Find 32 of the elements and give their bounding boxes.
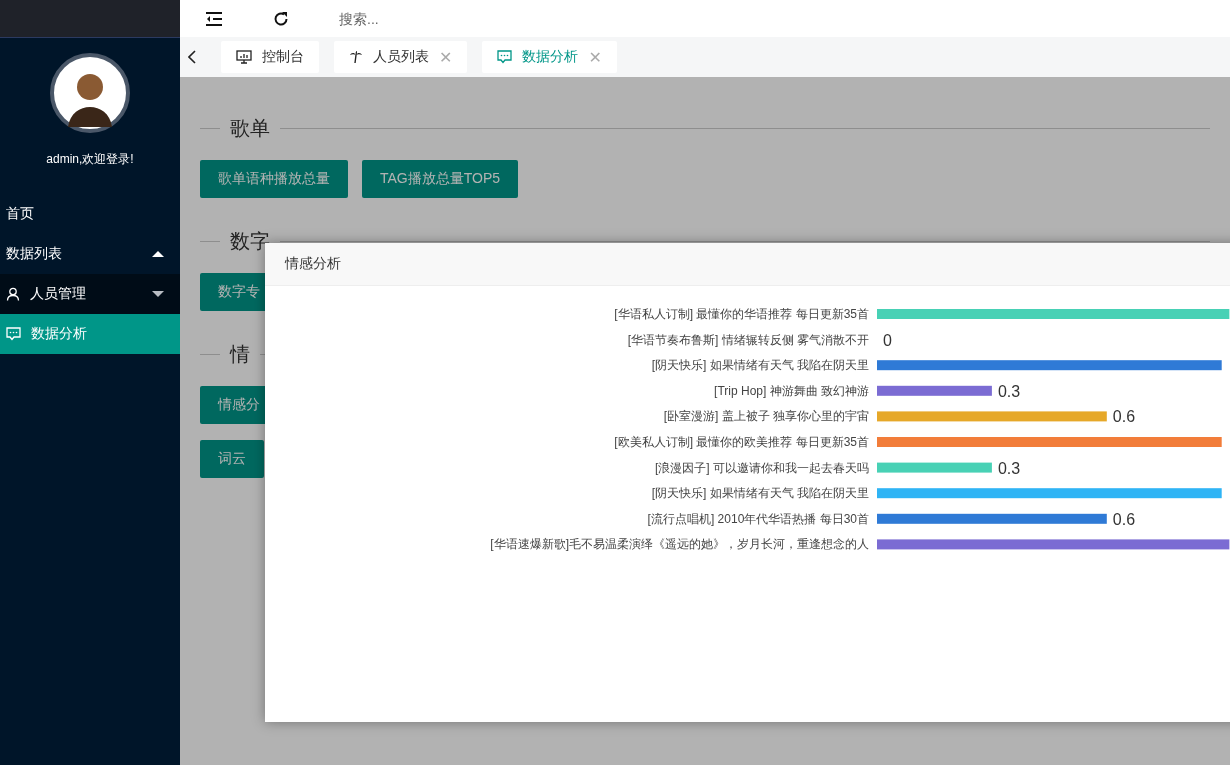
- tab[interactable]: 数据分析 ✕: [482, 41, 617, 73]
- menu-item[interactable]: 数据分析: [0, 314, 180, 354]
- category-label: [Trip Hop] 神游舞曲 致幻神游: [714, 383, 869, 398]
- tab[interactable]: 人员列表 ✕: [334, 41, 468, 73]
- welcome-text: admin,欢迎登录!: [45, 151, 135, 168]
- menu-item[interactable]: 首页: [0, 194, 180, 234]
- category-label: [华语速爆新歌]毛不易温柔演绎《遥远的她》，岁月长河，重逢想念的人: [490, 537, 869, 552]
- menu-item[interactable]: 数据列表: [0, 234, 180, 274]
- category-label: [欧美私人订制] 最懂你的欧美推荐 每日更新35首: [614, 435, 869, 449]
- category-label: [流行点唱机] 2010年代华语热播 每日30首: [647, 511, 869, 526]
- section-title: 数字: [230, 229, 270, 254]
- category-label: [华语私人订制] 最懂你的华语推荐 每日更新35首: [614, 307, 869, 321]
- close-icon[interactable]: ✕: [588, 47, 602, 67]
- value-label: 0.3: [997, 459, 1021, 477]
- category-label: [阴天快乐] 如果情绪有天气 我陷在阴天里: [651, 486, 869, 501]
- chart-button[interactable]: 词云: [200, 440, 264, 478]
- category-label: [阴天快乐] 如果情绪有天气 我陷在阴天里: [651, 358, 869, 373]
- dialog-title: 情感分析: [285, 255, 341, 273]
- tab[interactable]: 控制台: [221, 41, 319, 73]
- menu-item[interactable]: 人员管理: [0, 274, 180, 314]
- chart-button[interactable]: TAG播放总量TOP5: [362, 160, 519, 198]
- value-label: 0.6: [1112, 510, 1136, 528]
- category-label: [卧室漫游] 盖上被子 独享你心里的宇宙: [663, 409, 869, 424]
- category-label: [浪漫因子] 可以邀请你和我一起去春天吗: [655, 460, 869, 475]
- value-label: 0: [883, 331, 892, 349]
- value-label: 0.6: [1112, 408, 1136, 426]
- close-icon[interactable]: ✕: [439, 47, 453, 67]
- value-label: 0.3: [997, 382, 1021, 400]
- section-title: 歌单: [230, 116, 270, 141]
- category-label: [华语节奏布鲁斯] 情绪辗转反侧 雾气消散不开: [627, 332, 869, 347]
- chart-button[interactable]: 歌单语种播放总量: [200, 160, 348, 198]
- section-title: 情: [230, 342, 250, 367]
